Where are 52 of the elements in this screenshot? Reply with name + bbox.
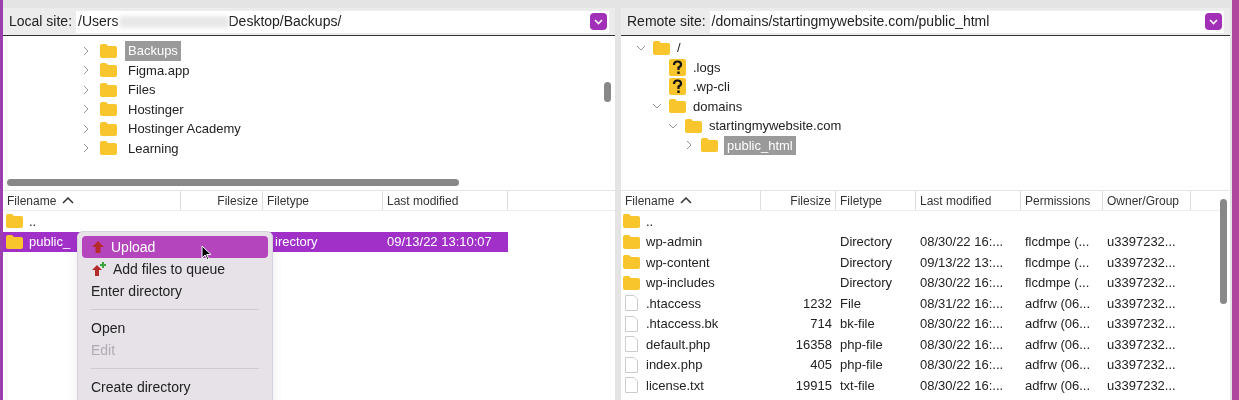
- table-cell-text: ..: [646, 212, 654, 231]
- table-cell-text: Directory: [840, 233, 892, 251]
- table-cell-text: flcdmpe (...: [1025, 253, 1090, 272]
- table-cell-text: 08/30/22 16:...: [920, 233, 1004, 251]
- table-cell-text: default.php: [646, 335, 711, 354]
- table-cell-text: wp-admin: [646, 233, 703, 251]
- table-cell-text: 405: [810, 356, 832, 374]
- table-cell-text: 08/30/22 16:...: [920, 335, 1004, 354]
- table-cell-text: Directory: [840, 274, 892, 292]
- table-cell-text: irectory: [275, 233, 318, 251]
- site-label: Remote site:: [627, 12, 706, 31]
- table-cell-text: public_: [29, 233, 71, 251]
- table-cell-text: 08/30/22 16:...: [920, 376, 1004, 395]
- table-cell-text: u3397232...: [1107, 335, 1176, 354]
- table-cell-text: flcdmpe (...: [1025, 233, 1090, 251]
- table-cell-text: flcdmpe (...: [1025, 274, 1090, 292]
- table-cell-text: index.php: [646, 356, 703, 374]
- table-cell-text: 08/30/22 16:...: [920, 315, 1004, 333]
- table-cell-text: license.txt: [646, 376, 704, 395]
- table-cell-text: adfrw (06...: [1025, 335, 1091, 354]
- table-cell-text: 08/30/22 16:...: [920, 274, 1004, 292]
- table-cell-text: 1232: [803, 294, 832, 313]
- table-cell-text: u3397232...: [1107, 294, 1176, 313]
- table-cell-text: u3397232...: [1107, 376, 1176, 395]
- table-cell-text: u3397232...: [1107, 233, 1176, 251]
- table-cell-text: 19915: [795, 376, 832, 395]
- table-cell-text: u3397232...: [1107, 274, 1176, 292]
- table-cell-text: bk-file: [840, 315, 875, 333]
- table-cell-text: php-file: [840, 356, 883, 374]
- table-cell-text: ..: [29, 212, 37, 231]
- table-cell-text: 09/13/22 13:...: [920, 253, 1004, 272]
- table-cell-text: adfrw (06...: [1025, 356, 1091, 374]
- table-cell-text: adfrw (06...: [1025, 294, 1091, 313]
- table-cell-text: .htaccess.bk: [646, 315, 719, 333]
- table-cell-text: wp-includes: [646, 274, 715, 292]
- table-cell-text: u3397232...: [1107, 356, 1176, 374]
- table-cell-text: wp-content: [646, 253, 710, 272]
- table-cell-text: 08/31/22 16:...: [920, 294, 1004, 313]
- table-cell-text: adfrw (06...: [1025, 315, 1091, 333]
- table-cell-text: Directory: [840, 253, 892, 272]
- table-cell-text: .htaccess: [646, 294, 701, 313]
- site-label: Local site:: [9, 12, 73, 31]
- table-cell-text: u3397232...: [1107, 253, 1176, 272]
- table-cell-text: txt-file: [840, 376, 875, 395]
- table-cell-text: php-file: [840, 335, 883, 354]
- table-cell-text: 08/30/22 16:...: [920, 356, 1004, 374]
- table-cell-text: File: [840, 294, 861, 313]
- table-cell-text: 09/13/22 13:10:07: [387, 233, 492, 251]
- table-cell-text: 714: [810, 315, 832, 333]
- table-cell-text: u3397232...: [1107, 315, 1176, 333]
- table-cell-text: adfrw (06...: [1025, 376, 1091, 395]
- table-cell-text: 16358: [795, 335, 832, 354]
